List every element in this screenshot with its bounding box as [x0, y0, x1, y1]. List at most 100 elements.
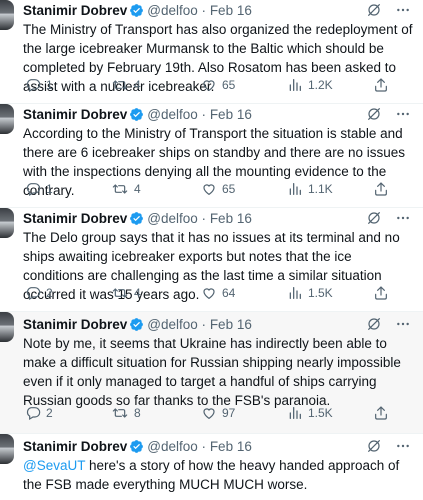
- tweet-date[interactable]: Feb 16: [210, 107, 252, 122]
- separator: ·: [201, 211, 207, 226]
- share-icon: [375, 406, 387, 420]
- tweet-text: Note by me, it seems that Ukraine has in…: [23, 336, 401, 408]
- avatar[interactable]: [0, 434, 14, 464]
- share-button[interactable]: [373, 404, 389, 422]
- author-name[interactable]: Stanimir Dobrev: [23, 107, 127, 122]
- author-handle[interactable]: @delfoo: [147, 211, 198, 226]
- author-handle[interactable]: @delfoo: [147, 107, 198, 122]
- tweet-actions: 1 4 65 1.2K: [25, 76, 415, 94]
- tweet-actions: 2 8 97 1.5K: [25, 404, 415, 422]
- tweet-top-icons: [366, 106, 411, 122]
- verified-badge-icon: [130, 4, 144, 17]
- grok-slash-icon[interactable]: [366, 438, 382, 454]
- retweet-icon: [112, 288, 128, 298]
- retweet-button[interactable]: 4: [111, 180, 141, 198]
- tweet[interactable]: Stanimir Dobrev @delfoo · Feb 16 @SevaUT …: [0, 434, 423, 500]
- author-name[interactable]: Stanimir Dobrev: [23, 3, 127, 18]
- tweet-header: Stanimir Dobrev @delfoo · Feb 16: [23, 2, 252, 20]
- like-count: 65: [222, 78, 236, 92]
- like-icon: [203, 288, 215, 300]
- tweet-date[interactable]: Feb 16: [210, 211, 252, 226]
- tweet-actions: 2 4 64 1.5K: [25, 284, 415, 302]
- retweet-button[interactable]: 4: [111, 284, 141, 302]
- tweet-actions: 1 4 65 1.1K: [25, 180, 415, 198]
- like-button[interactable]: 65: [201, 180, 235, 198]
- grok-slash-icon[interactable]: [366, 2, 382, 18]
- tweet-header: Stanimir Dobrev @delfoo · Feb 16: [23, 316, 252, 334]
- more-icon[interactable]: [395, 316, 411, 332]
- separator: ·: [201, 439, 207, 454]
- reply-button[interactable]: 1: [25, 180, 53, 198]
- share-button[interactable]: [373, 284, 389, 302]
- like-icon: [203, 408, 215, 420]
- tweet-thread: Stanimir Dobrev @delfoo · Feb 16 The Mini…: [0, 0, 423, 500]
- tweet[interactable]: Stanimir Dobrev @delfoo · Feb 16 The Mini…: [0, 0, 423, 104]
- views-button[interactable]: 1.1K: [287, 180, 333, 198]
- avatar[interactable]: [0, 208, 14, 238]
- views-button[interactable]: 1.2K: [287, 76, 333, 94]
- share-button[interactable]: [373, 180, 389, 198]
- retweet-icon: [112, 408, 128, 418]
- avatar[interactable]: [0, 104, 14, 134]
- like-count: 64: [222, 286, 236, 300]
- more-icon[interactable]: [395, 2, 411, 18]
- views-button[interactable]: 1.5K: [287, 404, 333, 422]
- views-icon: [289, 407, 301, 419]
- reply-icon: [26, 79, 41, 93]
- tweet-top-icons: [366, 316, 411, 332]
- tweet[interactable]: Stanimir Dobrev @delfoo · Feb 16 The Delo…: [0, 208, 423, 312]
- tweet-header: Stanimir Dobrev @delfoo · Feb 16: [23, 106, 252, 124]
- retweet-button[interactable]: 4: [111, 76, 141, 94]
- grok-slash-icon[interactable]: [366, 106, 382, 122]
- retweet-count: 8: [134, 406, 141, 420]
- grok-slash-icon[interactable]: [366, 210, 382, 226]
- author-name[interactable]: Stanimir Dobrev: [23, 211, 127, 226]
- views-button[interactable]: 1.5K: [287, 284, 333, 302]
- tweet[interactable]: Stanimir Dobrev @delfoo · Feb 16 Accordin…: [0, 104, 423, 208]
- views-count: 1.2K: [308, 78, 333, 92]
- author-handle[interactable]: @delfoo: [147, 439, 198, 454]
- views-icon: [289, 287, 301, 299]
- more-icon[interactable]: [395, 438, 411, 454]
- like-button[interactable]: 65: [201, 76, 235, 94]
- tweet-top-icons: [366, 438, 411, 454]
- retweet-count: 4: [134, 182, 141, 196]
- like-icon: [203, 80, 215, 92]
- grok-slash-icon[interactable]: [366, 316, 382, 332]
- views-count: 1.1K: [308, 182, 333, 196]
- reply-button[interactable]: 1: [25, 76, 53, 94]
- mention-link[interactable]: @SevaUT: [23, 458, 85, 473]
- share-icon: [375, 286, 387, 300]
- tweet-header: Stanimir Dobrev @delfoo · Feb 16: [23, 438, 252, 456]
- verified-badge-icon: [130, 212, 144, 225]
- like-icon: [203, 184, 215, 196]
- avatar[interactable]: [0, 0, 14, 30]
- tweet-top-icons: [366, 2, 411, 18]
- author-name[interactable]: Stanimir Dobrev: [23, 317, 127, 332]
- reply-button[interactable]: 2: [25, 284, 53, 302]
- more-icon[interactable]: [395, 210, 411, 226]
- avatar[interactable]: [0, 312, 14, 342]
- author-name[interactable]: Stanimir Dobrev: [23, 439, 127, 454]
- retweet-icon: [112, 184, 128, 194]
- separator: ·: [201, 3, 207, 18]
- tweet-date[interactable]: Feb 16: [210, 317, 252, 332]
- separator: ·: [201, 317, 207, 332]
- more-icon[interactable]: [395, 106, 411, 122]
- author-handle[interactable]: @delfoo: [147, 3, 198, 18]
- retweet-count: 4: [134, 286, 141, 300]
- separator: ·: [201, 107, 207, 122]
- tweet-date[interactable]: Feb 16: [210, 3, 252, 18]
- like-button[interactable]: 97: [201, 404, 235, 422]
- views-icon: [289, 79, 301, 91]
- tweet[interactable]: Stanimir Dobrev @delfoo · Feb 16 Note by …: [0, 312, 423, 434]
- tweet-date[interactable]: Feb 16: [210, 439, 252, 454]
- author-handle[interactable]: @delfoo: [147, 317, 198, 332]
- reply-button[interactable]: 2: [25, 404, 53, 422]
- views-count: 1.5K: [308, 406, 333, 420]
- reply-icon: [26, 287, 41, 301]
- like-button[interactable]: 64: [201, 284, 235, 302]
- retweet-button[interactable]: 8: [111, 404, 141, 422]
- like-count: 65: [222, 182, 236, 196]
- share-button[interactable]: [373, 76, 389, 94]
